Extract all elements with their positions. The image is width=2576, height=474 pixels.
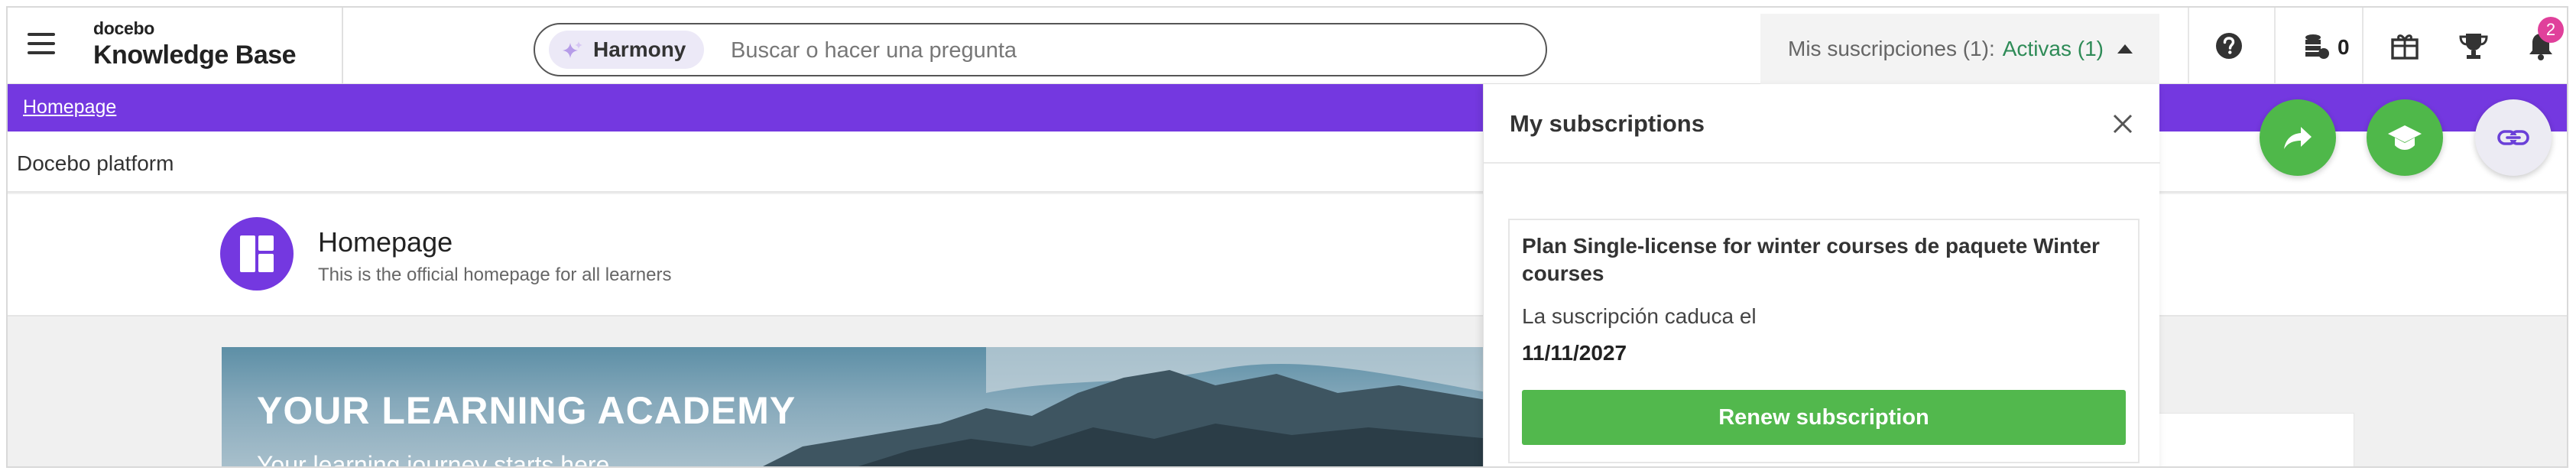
copy-link-button[interactable]: [2475, 99, 2552, 176]
subscriptions-dropdown-toggle[interactable]: Mis suscripciones (1): Activas (1): [1760, 14, 2159, 84]
search-input[interactable]: [731, 34, 1526, 67]
learning-button[interactable]: [2367, 99, 2443, 176]
menu-icon[interactable]: [28, 33, 55, 54]
header-divider: [342, 8, 343, 84]
platform-row: Docebo platform: [8, 131, 2567, 193]
harmony-button[interactable]: Harmony: [549, 31, 705, 69]
dashboard-icon: [220, 217, 294, 291]
subscription-card: Plan Single-license for winter courses d…: [1508, 219, 2140, 463]
renew-subscription-button[interactable]: Renew subscription: [1522, 390, 2126, 445]
page-title: Homepage: [318, 226, 453, 258]
coins-count: 0: [2338, 35, 2350, 59]
link-icon: [2497, 130, 2529, 145]
subscriptions-status: Activas (1): [2002, 37, 2104, 60]
logo-brand: docebo: [93, 18, 154, 38]
share-arrow-icon: [2284, 127, 2312, 149]
coins-icon[interactable]: [2301, 31, 2331, 61]
header-divider: [2274, 8, 2276, 84]
app-frame: docebo Knowledge Base Harmony Mis suscri…: [6, 6, 2568, 468]
expiry-label: La suscripción caduca el: [1522, 304, 1757, 328]
logo[interactable]: docebo Knowledge Base: [93, 18, 297, 70]
page-subtitle: This is the official homepage for all le…: [318, 265, 672, 285]
plan-name: Plan Single-license for winter courses d…: [1522, 234, 2100, 285]
breadcrumb-home-link[interactable]: Homepage: [23, 96, 116, 118]
caret-up-icon: [2117, 44, 2133, 54]
harmony-label: Harmony: [593, 37, 686, 61]
subscriptions-panel-title: My subscriptions: [1510, 110, 1705, 137]
close-icon[interactable]: [2112, 113, 2133, 135]
hero-title: YOUR LEARNING ACADEMY: [257, 389, 796, 432]
search-bar[interactable]: Harmony: [534, 23, 1547, 76]
notification-badge: 2: [2538, 17, 2564, 43]
subscriptions-panel-header: My subscriptions: [1484, 84, 2160, 164]
hero-subtitle: Your learning journey starts here: [257, 451, 610, 468]
graduation-cap-icon: [2388, 125, 2422, 150]
logo-title: Knowledge Base: [93, 41, 297, 70]
subscriptions-panel: My subscriptions Plan Single-license for…: [1483, 84, 2160, 466]
header-divider: [2362, 8, 2363, 84]
header-divider: [2188, 8, 2189, 84]
share-button[interactable]: [2260, 99, 2336, 176]
page-header: Homepage This is the official homepage f…: [8, 194, 2567, 317]
hero-banner: YOUR LEARNING ACADEMY Your learning jour…: [222, 347, 1491, 468]
top-header: docebo Knowledge Base Harmony Mis suscri…: [8, 8, 2567, 84]
help-icon[interactable]: [2214, 31, 2244, 61]
platform-label: Docebo platform: [17, 151, 174, 175]
harmony-sparkle-icon: [563, 41, 582, 58]
trophy-icon[interactable]: [2458, 31, 2489, 61]
subscriptions-label: Mis suscripciones (1):: [1788, 37, 1995, 60]
expiry-date: 11/11/2027: [1522, 341, 1627, 365]
breadcrumb-bar: Homepage: [8, 84, 2567, 131]
gift-icon[interactable]: [2389, 31, 2420, 61]
content-card: [2148, 413, 2354, 466]
